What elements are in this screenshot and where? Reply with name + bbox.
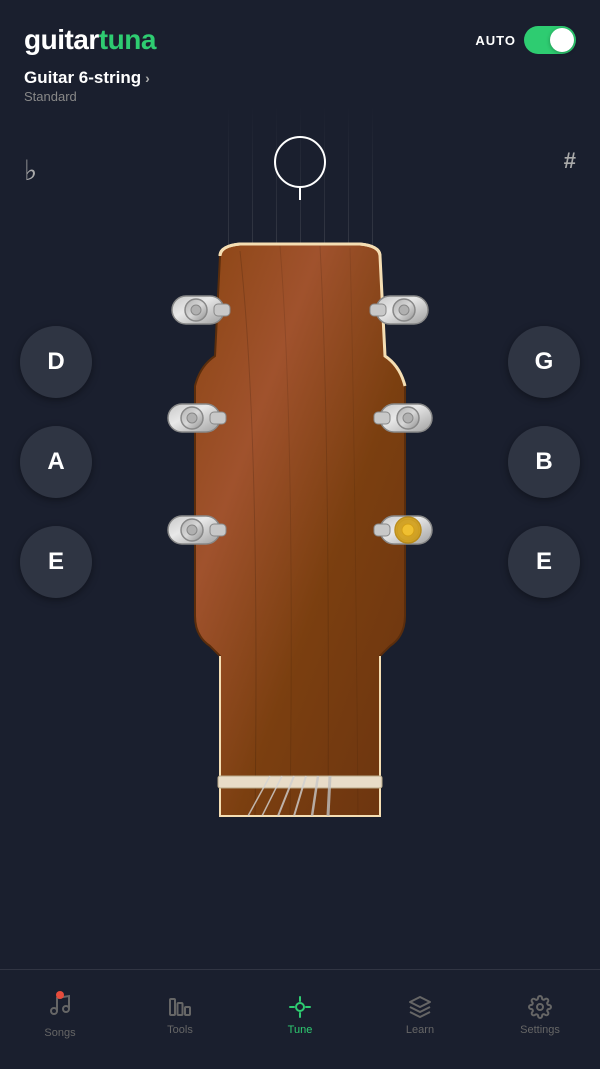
tools-icon [168,995,192,1019]
tune-icon [288,995,312,1019]
tuner-needle [274,136,326,200]
string-buttons-left: D A E [20,326,92,598]
flat-symbol: ♭ [24,154,37,187]
learn-icon [408,995,432,1019]
string-button-A[interactable]: A [20,426,92,498]
headstock [140,236,460,836]
headstock-svg [140,236,460,836]
nav-item-songs[interactable]: Songs [20,993,100,1039]
nav-label-learn: Learn [406,1024,434,1036]
chevron-right-icon: › [145,70,150,86]
needle-pointer [299,188,301,200]
auto-label: AUTO [475,33,516,48]
bottom-navigation: Songs Tools Tune Learn [0,969,600,1069]
instrument-selector[interactable]: Guitar 6-string › Standard [0,64,600,106]
logo-guitar: guitar [24,24,99,55]
songs-icon-wrapper [48,993,72,1022]
nav-item-tune[interactable]: Tune [260,995,340,1036]
needle-circle [274,136,326,188]
instrument-name[interactable]: Guitar 6-string › [24,68,576,88]
tuner-area: ♭ # [0,106,600,926]
auto-toggle-container[interactable]: AUTO [475,26,576,54]
string-button-E-high[interactable]: E [508,526,580,598]
notification-dot [56,991,64,999]
settings-icon [528,995,552,1019]
string-button-D[interactable]: D [20,326,92,398]
nav-item-settings[interactable]: Settings [500,995,580,1036]
string-buttons-right: G B E [508,326,580,598]
auto-toggle-switch[interactable] [524,26,576,54]
nav-label-songs: Songs [44,1027,75,1039]
sharp-symbol: # [564,148,576,174]
logo-tuna: tuna [99,24,156,55]
string-button-B[interactable]: B [508,426,580,498]
app-header: guitartuna AUTO [0,0,600,64]
tuning-name: Standard [24,89,576,104]
nav-label-tune: Tune [288,1024,313,1036]
app-logo: guitartuna [24,24,156,56]
nav-item-learn[interactable]: Learn [380,995,460,1036]
nav-label-tools: Tools [167,1024,193,1036]
string-button-E-low[interactable]: E [20,526,92,598]
nav-label-settings: Settings [520,1024,560,1036]
string-button-G[interactable]: G [508,326,580,398]
toggle-thumb [550,28,574,52]
nav-item-tools[interactable]: Tools [140,995,220,1036]
